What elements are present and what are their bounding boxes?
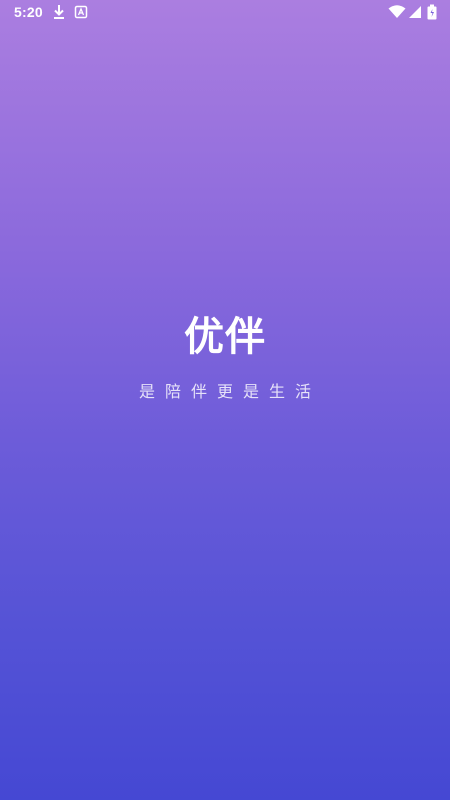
app-slogan: 是陪伴更是生活 — [138, 382, 321, 401]
wifi-icon — [388, 5, 406, 18]
cellular-signal-icon — [409, 6, 421, 18]
status-time: 5:20 — [14, 4, 43, 20]
app-notification-icon — [74, 5, 88, 19]
app-title: 优伴 — [184, 314, 266, 360]
splash-screen: 5:20 优伴 是陪伴更是生活 — [0, 0, 450, 800]
download-icon — [54, 5, 64, 19]
battery-icon — [427, 4, 437, 20]
status-bar: 5:20 — [0, 0, 450, 24]
